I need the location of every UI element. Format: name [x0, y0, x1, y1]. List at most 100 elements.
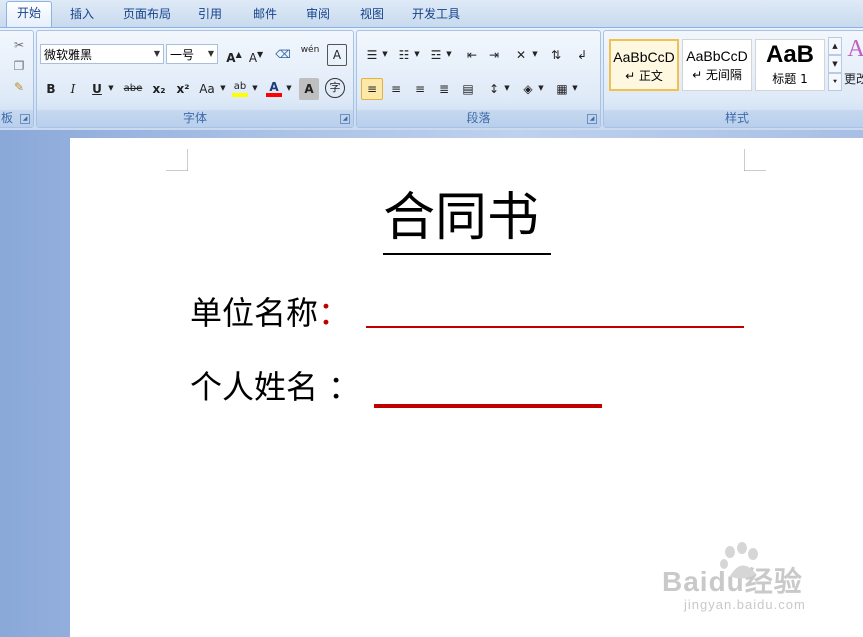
character-border-button[interactable]: A: [327, 44, 347, 66]
change-case-button[interactable]: Aa: [195, 78, 219, 100]
tab-review[interactable]: 审阅: [296, 3, 340, 27]
tab-page-layout[interactable]: 页面布局: [116, 3, 178, 27]
chevron-down-icon[interactable]: ▼: [381, 44, 389, 64]
chevron-down-icon[interactable]: ▼: [251, 78, 259, 98]
chevron-down-icon[interactable]: ▼: [537, 78, 545, 98]
increase-indent-icon[interactable]: ⇥: [483, 44, 505, 66]
document-title[interactable]: 合同书: [383, 188, 539, 248]
style-no-spacing-name: ↵ 无间隔: [692, 68, 742, 82]
chevron-down-icon[interactable]: ▼: [285, 78, 293, 98]
field-unit-name[interactable]: 单位名称：: [190, 293, 350, 333]
clipboard-launcher-icon[interactable]: ◢: [20, 114, 30, 124]
change-styles-button[interactable]: 更改: [844, 69, 863, 89]
chevron-down-icon[interactable]: ▼: [531, 44, 539, 64]
distributed-icon[interactable]: ▤: [457, 78, 479, 100]
strikethrough-button[interactable]: abe: [119, 78, 147, 100]
font-color-label: A: [269, 80, 279, 94]
bold-button[interactable]: B: [41, 78, 61, 100]
tab-insert[interactable]: 插入: [60, 3, 104, 27]
style-no-spacing-sample: AaBbCcD: [686, 48, 748, 64]
font-color-button[interactable]: A: [263, 76, 285, 98]
change-styles-icon[interactable]: A: [846, 35, 863, 63]
change-styles-label: 更改: [844, 72, 863, 86]
shrink-font-label: A: [248, 51, 258, 65]
decrease-indent-icon[interactable]: ⇤: [461, 44, 483, 66]
ribbon: ✂ ❐ ✎ 板 ◢ 微软雅黑 ▼ 一号 ▼ A▲ A▼ ⌫ wén A B I …: [0, 27, 863, 131]
numbering-icon[interactable]: ☷: [393, 44, 415, 66]
paragraph-launcher-icon[interactable]: ◢: [587, 114, 597, 124]
styles-scroll-up-icon[interactable]: ▲: [828, 37, 842, 55]
tab-view[interactable]: 视图: [350, 3, 394, 27]
font-launcher-icon[interactable]: ◢: [340, 114, 350, 124]
styles-group-label: 样式: [604, 110, 863, 127]
highlight-button[interactable]: ab: [229, 76, 251, 98]
ribbon-tab-bar: 开始 插入 页面布局 引用 邮件 审阅 视图 开发工具: [0, 0, 863, 28]
style-heading1[interactable]: AaB 标题 1: [755, 39, 825, 91]
change-case-label: Aa: [199, 82, 215, 96]
font-color-bar: [266, 93, 282, 97]
styles-group: AaBbCcD ↵ 正文 AaBbCcD ↵ 无间隔 AaB 标题 1 ▲ ▼ …: [603, 30, 863, 128]
show-marks-icon[interactable]: ↲: [571, 44, 593, 66]
grow-font-button[interactable]: A▲: [223, 44, 245, 66]
title-underline: [383, 253, 551, 255]
chevron-down-icon[interactable]: ▼: [219, 78, 227, 98]
styles-more-icon[interactable]: ⯆: [828, 73, 842, 91]
justify-icon[interactable]: ≣: [433, 78, 455, 100]
align-right-icon[interactable]: ≡: [409, 78, 431, 100]
font-group: 微软雅黑 ▼ 一号 ▼ A▲ A▼ ⌫ wén A B I U ▼ abe x₂…: [36, 30, 354, 128]
sort-icon[interactable]: ⇅: [545, 44, 567, 66]
subscript-button[interactable]: x₂: [147, 78, 171, 100]
enclose-character-button[interactable]: 字: [325, 78, 345, 98]
tab-developer[interactable]: 开发工具: [404, 3, 468, 27]
style-no-spacing[interactable]: AaBbCcD ↵ 无间隔: [682, 39, 752, 91]
clipboard-group: ✂ ❐ ✎ 板 ◢: [0, 30, 34, 128]
shrink-font-button[interactable]: A▼: [245, 44, 267, 66]
chevron-down-icon[interactable]: ▼: [151, 45, 163, 63]
field-unit-name-colon: ：: [318, 294, 351, 332]
field-personal-name[interactable]: 个人姓名 ：: [190, 367, 360, 407]
crop-mark-top-right: [744, 149, 766, 171]
style-normal-name: ↵ 正文: [625, 69, 663, 83]
tab-home[interactable]: 开始: [6, 1, 52, 28]
subscript-label: x₂: [152, 82, 166, 96]
character-border-label: A: [332, 48, 342, 62]
borders-icon[interactable]: ▦: [551, 78, 573, 100]
character-shading-button[interactable]: A: [299, 78, 319, 100]
tab-mailings[interactable]: 邮件: [243, 3, 287, 27]
chevron-down-icon[interactable]: ▼: [205, 45, 217, 63]
clear-format-icon[interactable]: ⌫: [271, 44, 295, 66]
align-center-icon[interactable]: ≡: [385, 78, 407, 100]
underline-button[interactable]: U: [87, 78, 107, 100]
style-heading1-name: 标题 1: [772, 72, 808, 86]
highlight-label: ab: [233, 81, 247, 92]
multilevel-list-icon[interactable]: ☲: [425, 44, 447, 66]
chinese-layout-icon[interactable]: ✕: [509, 44, 533, 66]
style-normal[interactable]: AaBbCcD ↵ 正文: [609, 39, 679, 91]
font-name-combo[interactable]: 微软雅黑 ▼: [40, 44, 164, 64]
field-unit-name-label: 单位名称: [190, 294, 319, 332]
font-group-label: 字体: [37, 110, 353, 127]
italic-button[interactable]: I: [63, 78, 83, 100]
superscript-label: x²: [176, 82, 190, 96]
format-painter-icon[interactable]: ✎: [11, 77, 27, 97]
font-size-combo[interactable]: 一号 ▼: [166, 44, 218, 64]
bullets-icon[interactable]: ☰: [361, 44, 383, 66]
underline-label: U: [92, 82, 102, 96]
copy-icon[interactable]: ❐: [11, 56, 27, 76]
chevron-down-icon[interactable]: ▼: [571, 78, 579, 98]
shading-icon[interactable]: ◈: [517, 78, 539, 100]
bold-label: B: [46, 82, 56, 96]
chevron-down-icon[interactable]: ▼: [503, 78, 511, 98]
unit-name-underline: [366, 326, 744, 328]
chevron-down-icon[interactable]: ▼: [107, 78, 115, 98]
tab-references[interactable]: 引用: [188, 3, 232, 27]
chevron-down-icon[interactable]: ▼: [413, 44, 421, 64]
phonetic-guide-button[interactable]: wén: [296, 44, 324, 66]
chevron-down-icon[interactable]: ▼: [445, 44, 453, 64]
styles-scroll-down-icon[interactable]: ▼: [828, 55, 842, 73]
superscript-button[interactable]: x²: [171, 78, 195, 100]
phonetic-guide-label: wén: [300, 45, 320, 55]
line-spacing-icon[interactable]: ↕: [483, 78, 505, 100]
cut-icon[interactable]: ✂: [11, 35, 27, 55]
align-left-icon[interactable]: ≡: [361, 78, 383, 100]
